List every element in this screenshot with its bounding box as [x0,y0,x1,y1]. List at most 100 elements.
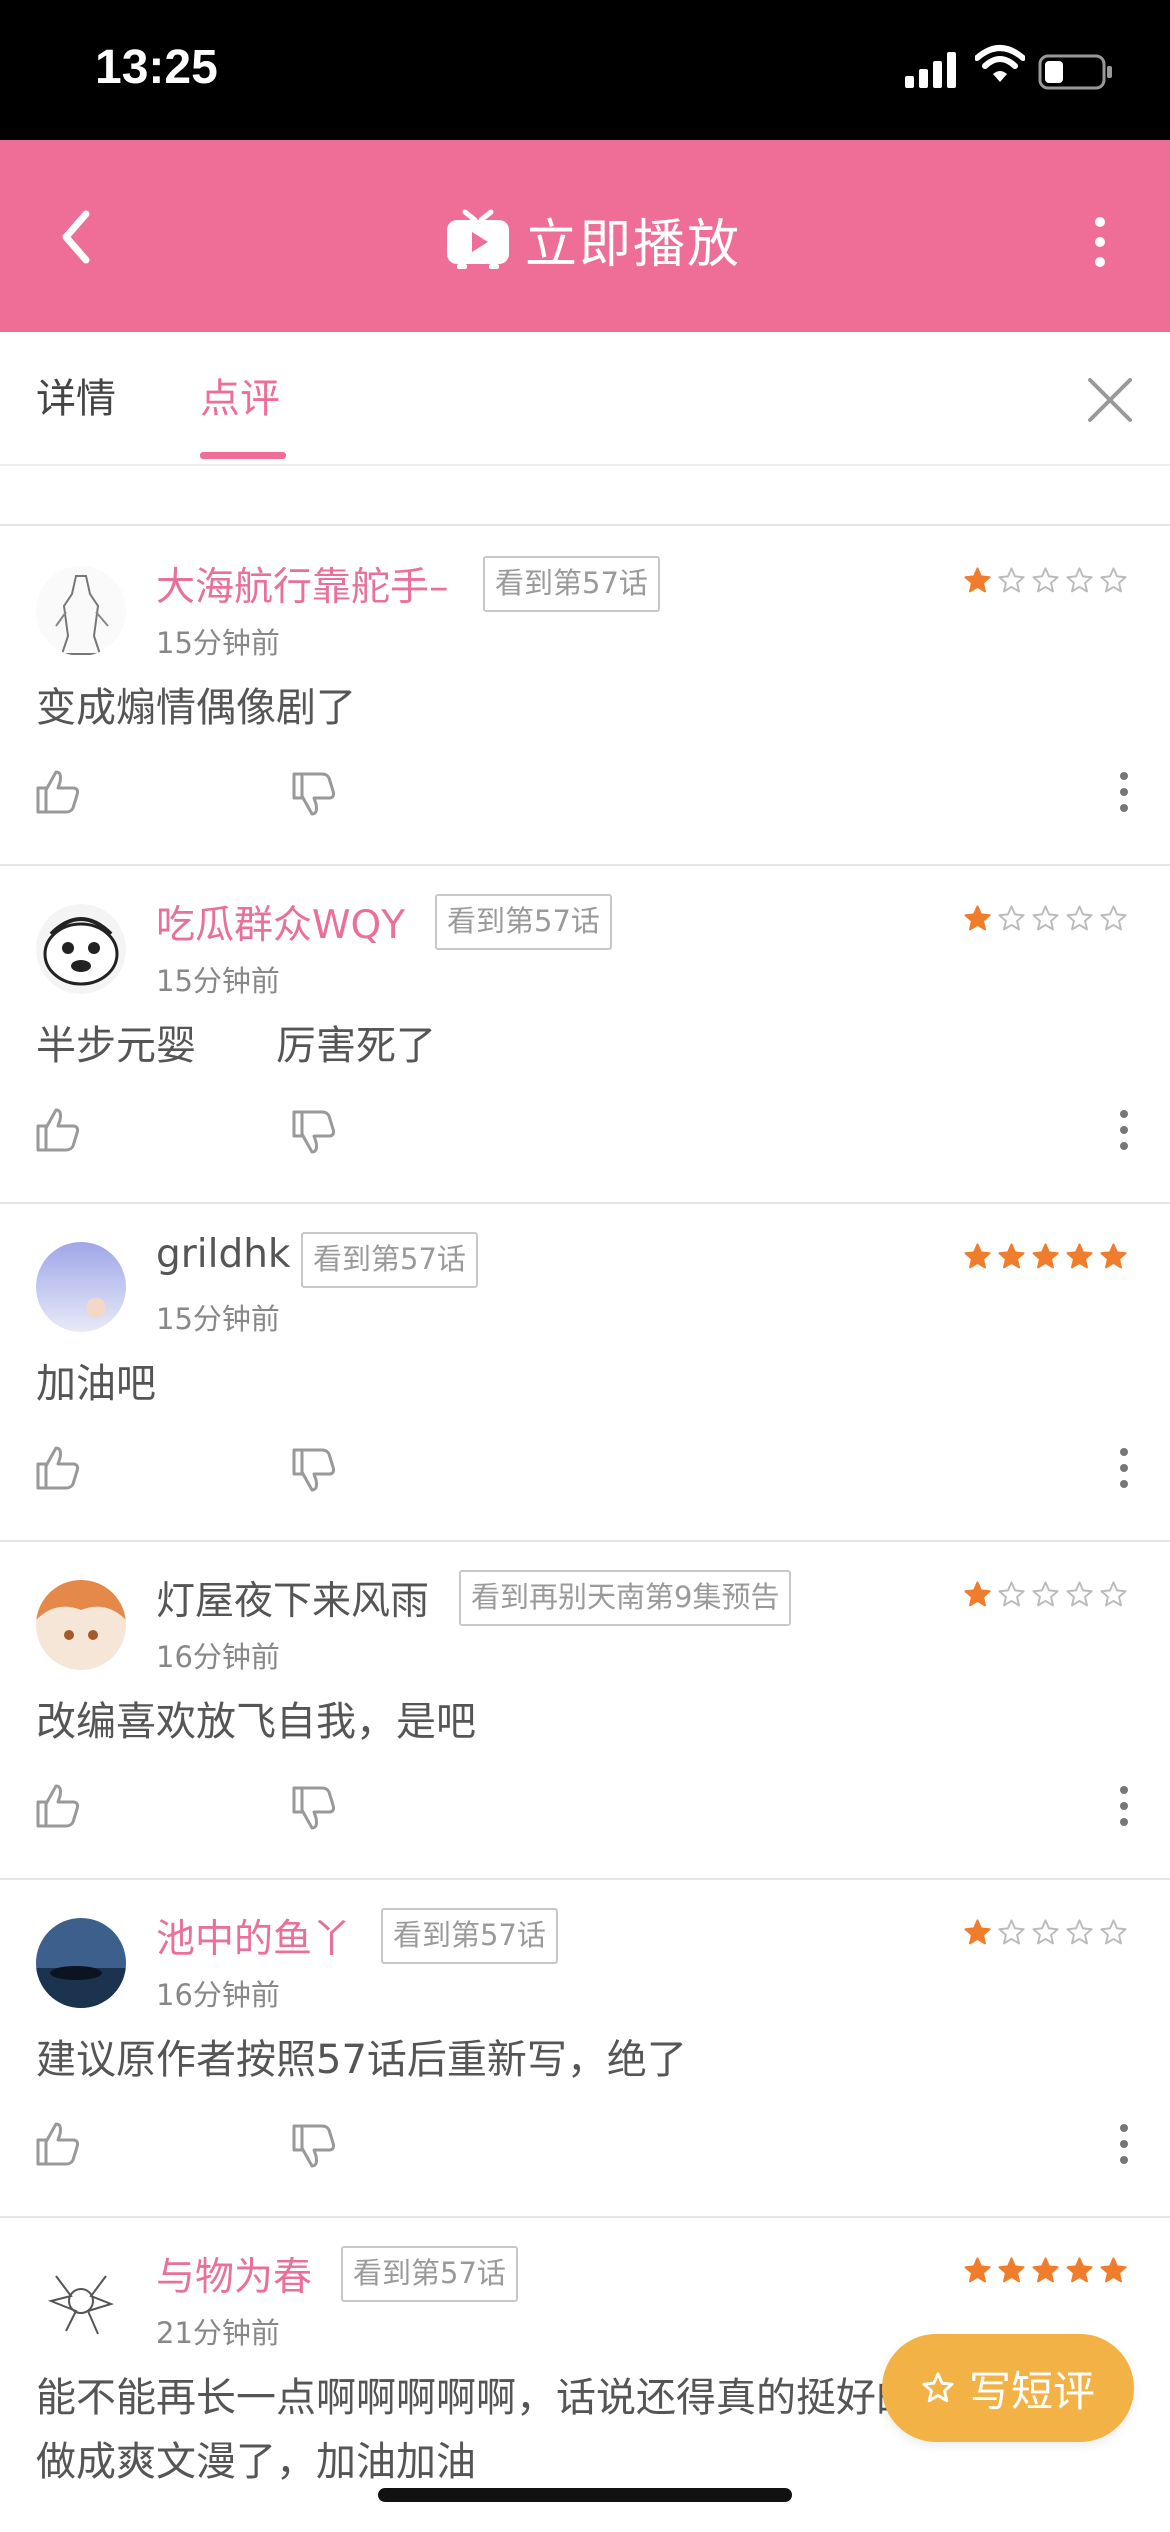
star-empty-icon [1066,567,1093,593]
star-empty-icon [1066,1919,1093,1945]
comment-username[interactable]: 与物为春 [156,2246,312,2302]
star-empty-icon [998,905,1025,931]
comment-more-icon[interactable] [1116,1446,1132,1490]
comment-time: 16分钟前 [156,1978,280,2012]
comment-item: 灯屋夜下来风雨 看到再别天南第9集预告 16分钟前 改编喜欢放飞自我，是吧 [0,1542,1170,1880]
rating-stars [963,1918,1128,1947]
comment-time: 21分钟前 [156,2316,280,2350]
star-filled-icon [964,1243,991,1269]
status-bar: 13:25 [0,0,1170,140]
progress-badge: 看到再别天南第9集预告 [459,1570,792,1626]
close-icon[interactable] [1080,370,1140,430]
progress-badge: 看到第57话 [341,2246,518,2302]
active-tab-indicator [200,452,286,459]
avatar[interactable] [36,904,126,994]
star-filled-icon [1066,2257,1093,2283]
write-review-button[interactable]: 写短评 [882,2334,1134,2442]
star-empty-icon [998,1581,1025,1607]
tab-reviews[interactable]: 点评 [200,366,280,424]
status-time: 13:25 [95,41,218,94]
progress-badge: 看到第57话 [381,1908,558,1964]
comment-more-icon[interactable] [1116,1108,1132,1152]
comment-text: 变成煽情偶像剧了 [36,685,356,731]
comment-text: 建议原作者按照57话后重新写，绝了 [36,2037,687,2083]
comment-item: grildhk 看到第57话 15分钟前 加油吧 [0,1204,1170,1542]
comment-username[interactable]: 吃瓜群众WQY [156,894,405,950]
comment-text: 半步元婴 厉害死了 [36,1023,436,1069]
star-filled-icon [964,1919,991,1945]
star-filled-icon [1100,2257,1127,2283]
rating-stars [963,1580,1128,1609]
comment-more-icon[interactable] [1116,1784,1132,1828]
star-empty-icon [1032,905,1059,931]
back-arrow-icon[interactable] [48,202,118,272]
progress-badge: 看到第57话 [301,1232,478,1288]
thumbs-down-icon[interactable] [292,2124,336,2170]
top-app-bar: 立即播放 [0,140,1170,332]
comment-text-line: 做成爽文漫了，加油加油 [36,2439,476,2485]
comment-username[interactable]: grildhk [156,1232,291,1277]
thumbs-down-icon[interactable] [292,1786,336,1832]
play-now-button[interactable]: 立即播放 [445,206,741,275]
comment-item: 大海航行靠舵手– 看到第57话 15分钟前 变成煽情偶像剧了 [0,528,1170,866]
star-filled-icon [964,567,991,593]
star-empty-icon [1066,1581,1093,1607]
star-empty-icon [1032,567,1059,593]
star-filled-icon [1066,1243,1093,1269]
wifi-icon [975,45,1025,82]
more-vertical-icon[interactable] [1080,212,1120,272]
thumbs-up-icon[interactable] [36,2120,80,2166]
star-filled-icon [1032,2257,1059,2283]
star-empty-icon [1100,905,1127,931]
tab-details[interactable]: 详情 [36,366,116,424]
rating-stars [963,566,1128,595]
star-empty-icon [1066,905,1093,931]
star-filled-icon [964,905,991,931]
star-filled-icon [998,2257,1025,2283]
avatar[interactable] [36,1580,126,1670]
star-empty-icon [998,1919,1025,1945]
rating-stars [963,2256,1128,2285]
comment-username[interactable]: 灯屋夜下来风雨 [156,1570,429,1626]
thumbs-down-icon[interactable] [292,1448,336,1494]
star-empty-icon [1032,1919,1059,1945]
thumbs-up-icon[interactable] [36,1782,80,1828]
thumbs-down-icon[interactable] [292,772,336,818]
home-indicator[interactable] [378,2488,792,2502]
tv-play-icon [447,209,509,269]
cellular-signal-icon [905,52,956,88]
star-empty-icon [1100,1919,1127,1945]
comment-item: 池中的鱼丫 看到第57话 16分钟前 建议原作者按照57话后重新写，绝了 [0,1880,1170,2218]
star-filled-icon [1032,1243,1059,1269]
thumbs-up-icon[interactable] [36,1444,80,1490]
comment-time: 16分钟前 [156,1640,280,1674]
comment-time: 15分钟前 [156,964,280,998]
avatar[interactable] [36,1242,126,1332]
avatar[interactable] [36,2256,126,2346]
comment-username[interactable]: 池中的鱼丫 [156,1908,351,1964]
rating-stars [963,904,1128,933]
comment-item: 吃瓜群众WQY 看到第57话 15分钟前 半步元婴 厉害死了 [0,866,1170,1204]
progress-badge: 看到第57话 [435,894,612,950]
star-filled-icon [1100,1243,1127,1269]
star-filled-icon [964,1581,991,1607]
comment-text: 加油吧 [36,1361,156,1407]
star-empty-icon [1100,1581,1127,1607]
comment-more-icon[interactable] [1116,770,1132,814]
comment-username[interactable]: 大海航行靠舵手– [156,556,449,612]
battery-icon [1038,54,1112,90]
star-outline-icon [922,2372,954,2403]
thumbs-down-icon[interactable] [292,1110,336,1156]
comment-list: 大海航行靠舵手– 看到第57话 15分钟前 变成煽情偶像剧了 吃瓜群众WQY 看… [0,528,1170,2518]
thumbs-up-icon[interactable] [36,768,80,814]
avatar[interactable] [36,566,126,656]
avatar[interactable] [36,1918,126,2008]
write-review-label: 写短评 [968,2366,1095,2416]
progress-badge: 看到第57话 [483,556,660,612]
star-filled-icon [964,2257,991,2283]
thumbs-up-icon[interactable] [36,1106,80,1152]
header-title: 立即播放 [525,214,742,275]
tab-bar: 详情 点评 [0,332,1170,466]
comment-time: 15分钟前 [156,1302,280,1336]
comment-more-icon[interactable] [1116,2122,1132,2166]
